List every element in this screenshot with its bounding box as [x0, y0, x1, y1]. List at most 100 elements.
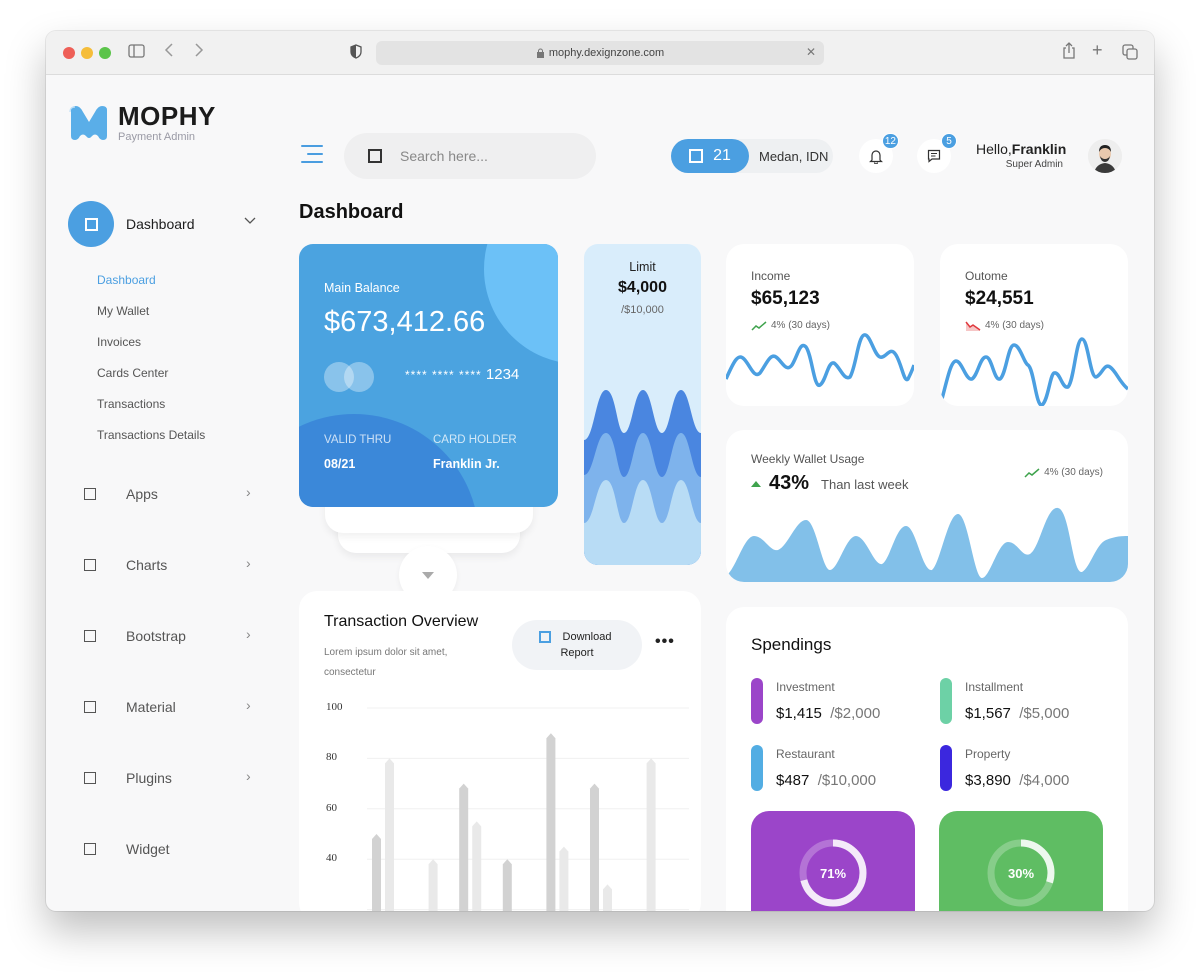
income-value: $65,123 [751, 288, 820, 309]
balance-value: $673,412.66 [324, 306, 486, 338]
submenu-cards-center[interactable]: Cards Center [97, 366, 168, 380]
outcome-trend: 4% (30 days) [965, 320, 1044, 331]
share-icon[interactable] [1062, 42, 1076, 62]
menu-toggle-icon[interactable] [301, 145, 323, 163]
sidebar-item-apps[interactable]: Apps › [84, 484, 264, 505]
app-root: MOPHY Payment Admin 21 Medan, IDN 12 5 H… [46, 75, 1154, 911]
progress-label: 30% [1007, 865, 1035, 881]
date-badge[interactable]: 21 [671, 139, 749, 173]
spending-amount: $1,415 [776, 705, 822, 722]
bar-series-light-7 [646, 758, 656, 911]
spending-color-bar [940, 678, 952, 724]
sidebar-item-widget[interactable]: Widget [84, 840, 264, 860]
search-box[interactable] [344, 133, 596, 179]
chevron-down-icon[interactable] [244, 213, 256, 228]
spending-amount: $1,567 [965, 705, 1011, 722]
spending-color-bar [751, 745, 763, 791]
address-bar[interactable]: mophy.dexignzone.com ✕ [376, 41, 824, 65]
transaction-overview-description: Lorem ipsum dolor sit amet, consectetur [324, 647, 448, 678]
back-icon[interactable] [164, 42, 174, 61]
download-report-button[interactable]: Download Report [512, 620, 642, 670]
greeting-text: Hello, [976, 141, 1012, 157]
sidebar-item-plugins[interactable]: Plugins › [84, 768, 264, 789]
spending-name: Investment [776, 680, 835, 694]
shield-icon[interactable] [350, 44, 362, 62]
sidebar-icon[interactable] [128, 44, 145, 61]
forward-icon[interactable] [194, 42, 204, 61]
submenu-dashboard[interactable]: Dashboard [97, 273, 156, 287]
sidebar-item-label: Material [126, 699, 176, 715]
submenu-transactions-details[interactable]: Transactions Details [97, 428, 205, 442]
calendar-icon [689, 149, 704, 163]
submenu-invoices[interactable]: Invoices [97, 335, 141, 349]
card-holder-label: CARD HOLDER [433, 434, 517, 446]
spending-color-bar [940, 745, 952, 791]
trend-up-icon [751, 320, 767, 331]
limit-label: Limit [629, 260, 656, 274]
spending-max: /$10,000 [817, 772, 877, 789]
transaction-bar-chart: 100 80 60 40 [299, 701, 699, 911]
tabs-icon[interactable] [1122, 44, 1138, 63]
income-sparkline [726, 333, 914, 387]
outcome-card: Outome $24,551 4% (30 days) [940, 244, 1128, 406]
date-location-pill[interactable]: 21 Medan, IDN [671, 139, 833, 173]
clear-icon[interactable]: ✕ [806, 45, 816, 59]
trend-up-icon [1024, 467, 1040, 478]
chevron-right-icon: › [246, 484, 251, 500]
charts-icon [84, 559, 96, 571]
bar-series-dark-5 [546, 733, 556, 911]
bootstrap-icon [84, 630, 96, 642]
main-balance-card[interactable]: Main Balance $673,412.66 **** **** **** … [299, 244, 558, 507]
notifications-button[interactable]: 12 [859, 133, 899, 173]
spending-color-bar [751, 678, 763, 724]
income-trend: 4% (30 days) [751, 320, 830, 331]
transaction-overview-title: Transaction Overview [324, 613, 479, 630]
wave-light [584, 480, 701, 565]
browser-titlebar: mophy.dexignzone.com ✕ + [46, 31, 1154, 75]
sidebar-item-label: Widget [126, 841, 170, 857]
messages-button[interactable]: 5 [917, 133, 957, 173]
limit-max: /$10,000 [621, 304, 664, 316]
search-icon [368, 149, 382, 163]
spending-progress-tile: 71% [751, 811, 915, 911]
brand-logo[interactable]: MOPHY Payment Admin [68, 103, 216, 143]
limit-card: Limit $4,000 /$10,000 [584, 244, 701, 565]
bar-series-dark-1 [372, 834, 381, 911]
card-mask: **** **** **** [405, 368, 482, 382]
spendings-card: Spendings Investment $1,415 /$2,000 Inst… [726, 607, 1128, 911]
browser-window: mophy.dexignzone.com ✕ + MOPHY Payment A… [46, 31, 1154, 911]
bar-series-dark-4 [502, 859, 512, 911]
sidebar-item-charts[interactable]: Charts › [84, 555, 264, 576]
sidebar-item-material[interactable]: Material › [84, 697, 264, 718]
sidebar-item-label: Apps [126, 486, 158, 502]
sidebar-item-dashboard[interactable]: Dashboard [68, 201, 268, 247]
outcome-trend-text: 4% (30 days) [985, 320, 1044, 331]
chevron-right-icon: › [246, 555, 251, 571]
user-name: Franklin [1011, 141, 1067, 157]
y-tick-label: 40 [326, 852, 337, 864]
bar-series-light-3 [472, 821, 482, 911]
location-text: Medan, IDN [759, 149, 829, 164]
y-tick-label: 80 [326, 751, 337, 763]
close-dot-icon[interactable] [63, 47, 75, 59]
material-icon [84, 701, 96, 713]
search-input[interactable] [400, 148, 570, 164]
date-number: 21 [713, 147, 731, 164]
user-greeting[interactable]: Hello,Franklin Super Admin [976, 141, 1067, 170]
sidebar-item-label: Dashboard [126, 216, 195, 232]
submenu-transactions[interactable]: Transactions [97, 397, 165, 411]
minimize-dot-icon[interactable] [81, 47, 93, 59]
spending-name: Restaurant [776, 747, 835, 761]
weekly-trend: 4% (30 days) [1024, 467, 1103, 478]
spending-item-investment: Investment $1,415 /$2,000 [751, 678, 911, 724]
new-tab-icon[interactable]: + [1092, 41, 1103, 59]
brand-subtitle: Payment Admin [118, 131, 196, 143]
bar-series-light-2 [428, 859, 438, 911]
avatar[interactable] [1088, 139, 1122, 173]
more-options-icon[interactable]: ••• [655, 633, 675, 651]
spending-item-restaurant: Restaurant $487 /$10,000 [751, 745, 911, 791]
maximize-dot-icon[interactable] [99, 47, 111, 59]
sidebar-item-bootstrap[interactable]: Bootstrap › [84, 626, 264, 647]
valid-thru-label: VALID THRU [324, 434, 392, 446]
submenu-my-wallet[interactable]: My Wallet [97, 304, 149, 318]
